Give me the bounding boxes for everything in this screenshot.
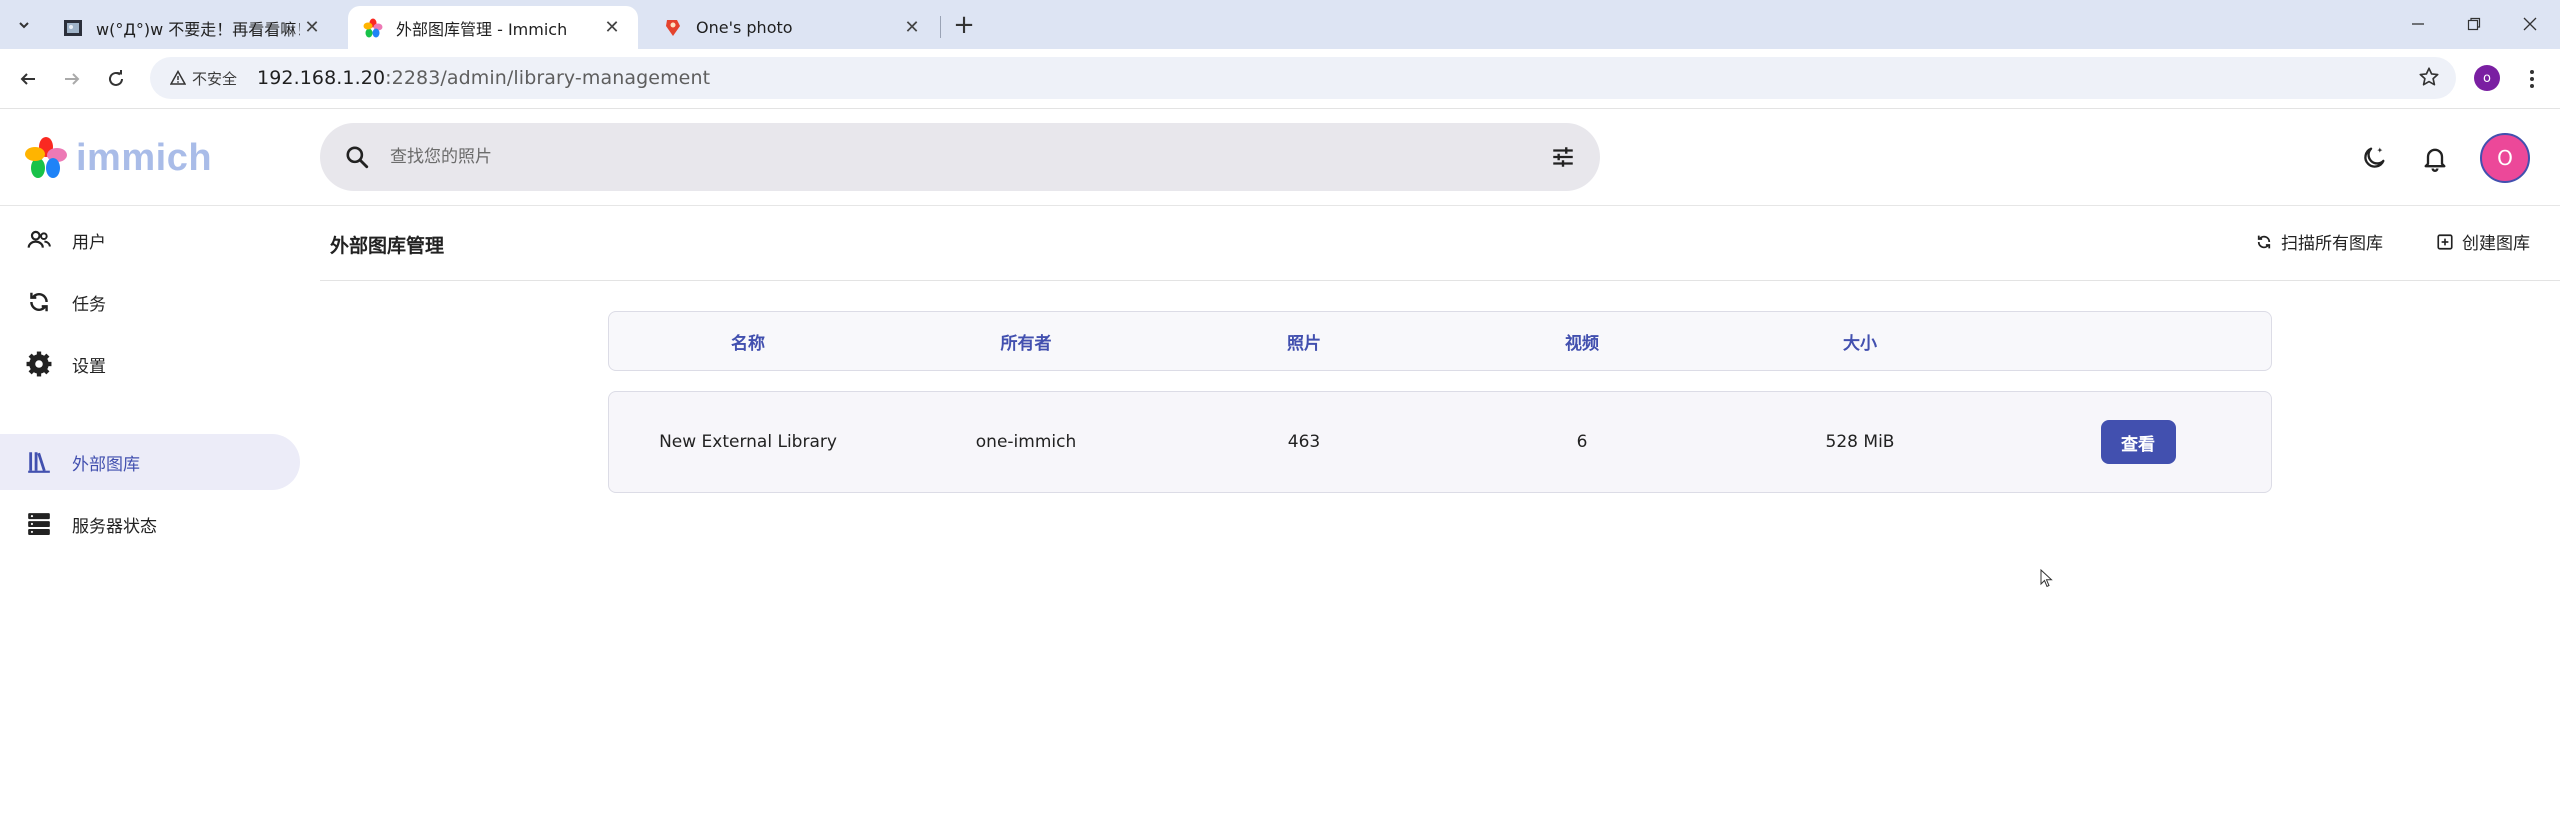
url-text[interactable]: 192.168.1.20:2283/admin/library-manageme… bbox=[257, 67, 710, 89]
browser-profile-avatar[interactable]: o bbox=[2474, 65, 2500, 91]
sidebar-item-jobs[interactable]: 任务 bbox=[0, 274, 300, 330]
gear-icon bbox=[26, 351, 52, 377]
sidebar-item-label: 用户 bbox=[72, 232, 106, 253]
minimize-button[interactable] bbox=[2388, 6, 2448, 42]
arrow-right-icon bbox=[65, 73, 80, 85]
minimize-icon bbox=[2412, 23, 2424, 25]
photo-site-favicon-icon bbox=[62, 17, 84, 39]
browser-tab-3[interactable]: One's photo ✕ bbox=[648, 6, 938, 49]
library-name: New External Library bbox=[659, 432, 837, 452]
chevron-down-icon bbox=[19, 22, 29, 29]
sidebar-item-label: 任务 bbox=[72, 294, 106, 315]
browser-tabstrip: w(°Д°)w 不要走！再看看嘛！ ✕ 外部图库管理 - Immich ✕ On… bbox=[0, 0, 2560, 49]
sidebar-item-settings[interactable]: 设置 bbox=[0, 336, 300, 392]
bookmark-button[interactable] bbox=[2418, 66, 2440, 92]
close-window-button[interactable] bbox=[2500, 6, 2560, 42]
app-header: immich O bbox=[0, 110, 2560, 206]
browser-tab-2[interactable]: 外部图库管理 - Immich ✕ bbox=[348, 6, 638, 49]
column-header-videos: 视频 bbox=[1565, 333, 1599, 354]
plus-box-icon bbox=[2437, 233, 2453, 250]
close-tab-icon[interactable]: ✕ bbox=[300, 16, 324, 40]
more-vertical-icon bbox=[2530, 70, 2534, 88]
close-icon bbox=[2523, 17, 2537, 31]
immich-logo-icon bbox=[25, 137, 67, 178]
photo-app-favicon-icon bbox=[662, 17, 684, 39]
sidebar-item-external-library[interactable]: 外部图库 bbox=[0, 434, 300, 490]
library-actions: 查看 bbox=[1999, 392, 2277, 492]
sidebar-item-users[interactable]: 用户 bbox=[0, 212, 300, 268]
tab-title: w(°Д°)w 不要走！再看看嘛！ bbox=[96, 19, 300, 39]
close-tab-icon[interactable]: ✕ bbox=[600, 16, 624, 40]
library-icon bbox=[26, 449, 52, 475]
moon-icon bbox=[2364, 147, 2385, 168]
security-chip[interactable]: 不安全 bbox=[162, 64, 245, 93]
mouse-cursor-icon bbox=[2040, 569, 2053, 588]
new-tab-button[interactable]: + bbox=[948, 9, 980, 41]
scan-all-label: 扫描所有图库 bbox=[2281, 234, 2383, 254]
warning-icon bbox=[170, 70, 186, 85]
sidebar-item-label: 服务器状态 bbox=[72, 516, 157, 537]
immich-logo[interactable]: immich bbox=[24, 136, 212, 180]
search-input[interactable] bbox=[390, 147, 1550, 167]
search-icon bbox=[346, 146, 369, 169]
library-photo-count: 463 bbox=[1287, 432, 1321, 452]
library-owner: one-immich bbox=[975, 432, 1077, 452]
reload-button[interactable] bbox=[100, 63, 132, 95]
tab-search-button[interactable] bbox=[8, 9, 40, 41]
column-header-name: 名称 bbox=[731, 333, 765, 354]
notifications-button[interactable] bbox=[2414, 137, 2456, 179]
back-button[interactable] bbox=[12, 63, 44, 95]
star-icon bbox=[2419, 67, 2439, 86]
sidebar-item-label: 外部图库 bbox=[72, 454, 140, 475]
restore-button[interactable] bbox=[2444, 6, 2504, 42]
create-library-label: 创建图库 bbox=[2462, 234, 2530, 254]
browser-tab-1[interactable]: w(°Д°)w 不要走！再看看嘛！ ✕ bbox=[48, 6, 338, 49]
forward-button[interactable] bbox=[56, 63, 88, 95]
security-label: 不安全 bbox=[192, 69, 238, 88]
column-header-owner: 所有者 bbox=[1000, 333, 1052, 354]
close-tab-icon[interactable]: ✕ bbox=[900, 16, 924, 40]
theme-toggle-button[interactable] bbox=[2353, 137, 2395, 179]
view-library-button[interactable]: 查看 bbox=[2100, 420, 2176, 464]
table-row: New External Library one-immich 463 6 52… bbox=[608, 391, 2272, 493]
bell-icon bbox=[2424, 148, 2446, 172]
sidebar: 用户 任务 设置 外部图库 服务器状态 bbox=[0, 207, 310, 824]
scan-all-libraries-button[interactable]: 扫描所有图库 bbox=[2255, 229, 2383, 254]
sync-icon bbox=[26, 289, 52, 315]
tab-separator bbox=[940, 16, 941, 38]
arrow-left-icon bbox=[20, 73, 35, 85]
restore-icon bbox=[2467, 17, 2481, 31]
column-header-photos: 照片 bbox=[1287, 333, 1321, 354]
sidebar-item-server-status[interactable]: 服务器状态 bbox=[0, 496, 300, 552]
tab-title: One's photo bbox=[696, 18, 793, 37]
address-bar[interactable]: 不安全 192.168.1.20:2283/admin/library-mana… bbox=[150, 57, 2456, 99]
column-header-size: 大小 bbox=[1843, 333, 1877, 354]
sync-icon bbox=[2257, 235, 2271, 248]
browser-menu-button[interactable] bbox=[2516, 63, 2548, 95]
reload-icon bbox=[109, 70, 123, 86]
url-path: :2283/admin/library-management bbox=[385, 67, 711, 89]
tab-title: 外部图库管理 - Immich bbox=[396, 19, 568, 39]
create-library-button[interactable]: 创建图库 bbox=[2436, 229, 2530, 254]
users-icon bbox=[26, 227, 52, 253]
page-header: 外部图库管理 扫描所有图库 创建图库 bbox=[320, 207, 2560, 281]
library-size: 528 MiB bbox=[1825, 432, 1895, 452]
browser-toolbar: 不安全 192.168.1.20:2283/admin/library-mana… bbox=[0, 49, 2560, 109]
library-video-count: 6 bbox=[1576, 432, 1588, 452]
url-host: 192.168.1.20 bbox=[257, 67, 386, 89]
logo-text: immich bbox=[76, 136, 213, 179]
user-avatar[interactable]: O bbox=[2480, 133, 2530, 183]
server-icon bbox=[26, 511, 52, 537]
page-title: 外部图库管理 bbox=[330, 235, 445, 257]
library-table-header: 名称 所有者 照片 视频 大小 bbox=[608, 311, 2272, 371]
immich-favicon-icon bbox=[362, 17, 384, 39]
sidebar-item-label: 设置 bbox=[72, 356, 106, 377]
search-filter-icon[interactable] bbox=[1550, 144, 1576, 170]
search-bar[interactable] bbox=[320, 123, 1600, 191]
